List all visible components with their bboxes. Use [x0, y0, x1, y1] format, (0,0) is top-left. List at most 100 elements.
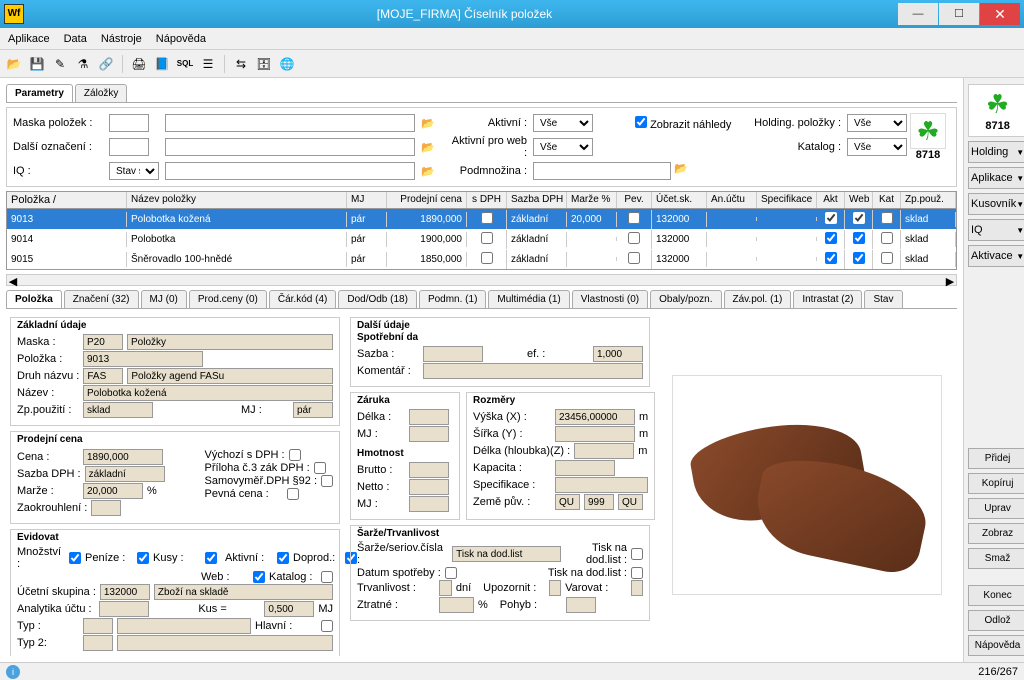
dtab-car[interactable]: Čár.kód (4) — [269, 290, 336, 308]
dtab-znaceni[interactable]: Značení (32) — [64, 290, 139, 308]
zaruka-title: Záruka — [357, 395, 453, 406]
tab-parametry[interactable]: Parametry — [6, 84, 73, 102]
dalsi-code-input[interactable] — [109, 138, 149, 156]
katalog-chk[interactable] — [321, 571, 333, 583]
folder-icon-3[interactable]: 📂 — [421, 165, 441, 178]
print-icon[interactable]: 🖨 — [129, 54, 149, 74]
btn-odloz[interactable]: Odlož — [968, 610, 1024, 631]
list-icon[interactable]: ☰ — [198, 54, 218, 74]
iq-select[interactable]: Stav skladu — [109, 162, 159, 180]
btn-kusovnik[interactable]: Kusovník▼ — [968, 193, 1024, 215]
globe-icon[interactable]: 🌐 — [277, 54, 297, 74]
col-nazev[interactable]: Název položky — [127, 192, 347, 208]
col-akt[interactable]: Akt — [817, 192, 845, 208]
btn-zobraz[interactable]: Zobraz — [968, 523, 1024, 544]
col-zp[interactable]: Zp.použ. — [901, 192, 956, 208]
btn-smaz[interactable]: Smaž — [968, 548, 1024, 569]
maska-text-input[interactable] — [165, 114, 415, 132]
prodej-title: Prodejní cena — [17, 434, 333, 445]
col-ucet[interactable]: Účet.sk. — [652, 192, 707, 208]
menu-aplikace[interactable]: Aplikace — [8, 33, 50, 45]
col-polozka[interactable]: Položka / — [7, 192, 127, 208]
zobrazit-checkbox[interactable] — [635, 116, 647, 128]
col-sazba[interactable]: Sazba DPH — [507, 192, 567, 208]
table-row[interactable]: 9014Polobotkapár1900,000základní132000sk… — [7, 229, 956, 249]
tisk1-chk[interactable] — [631, 548, 643, 560]
samo-chk[interactable] — [321, 475, 333, 487]
table-row[interactable]: 9015Šněrovadlo 100-hnědépár1850,000zákla… — [7, 249, 956, 269]
btn-kopiruj[interactable]: Kopíruj — [968, 473, 1024, 494]
dtab-obaly[interactable]: Obaly/pozn. — [650, 290, 721, 308]
maska-code-input[interactable] — [109, 114, 149, 132]
info-icon[interactable]: i — [6, 665, 20, 679]
btn-aktivace[interactable]: Aktivace▼ — [968, 245, 1024, 267]
dtab-prod[interactable]: Prod.ceny (0) — [189, 290, 267, 308]
btn-napoveda[interactable]: Nápověda — [968, 635, 1024, 656]
aktivni-web-select[interactable]: Vše — [533, 138, 593, 156]
filter-icon[interactable]: ⚗ — [73, 54, 93, 74]
dtab-multi[interactable]: Multimédia (1) — [488, 290, 569, 308]
dtab-podmn[interactable]: Podmn. (1) — [419, 290, 486, 308]
datum-chk[interactable] — [445, 567, 457, 579]
edit-icon[interactable]: ✎ — [50, 54, 70, 74]
dtab-intr[interactable]: Intrastat (2) — [793, 290, 862, 308]
vychozi-chk[interactable] — [289, 449, 301, 461]
pevna-chk[interactable] — [287, 488, 299, 500]
btn-iq[interactable]: IQ▼ — [968, 219, 1024, 241]
folder-icon[interactable]: 📂 — [421, 117, 441, 130]
col-web[interactable]: Web — [845, 192, 873, 208]
dtab-polozka[interactable]: Položka — [6, 290, 62, 308]
iq-input[interactable] — [165, 162, 415, 180]
col-marze[interactable]: Marže % — [567, 192, 617, 208]
book-icon[interactable]: 📘 — [152, 54, 172, 74]
web-chk[interactable] — [253, 571, 265, 583]
minimize-button[interactable]: — — [898, 3, 938, 25]
tisk2-chk[interactable] — [631, 567, 643, 579]
dtab-dod[interactable]: Dod/Odb (18) — [338, 290, 417, 308]
menu-napoveda[interactable]: Nápověda — [156, 33, 206, 45]
col-spec[interactable]: Specifikace — [757, 192, 817, 208]
dtab-vlast[interactable]: Vlastnosti (0) — [572, 290, 648, 308]
save-icon[interactable]: 💾 — [27, 54, 47, 74]
priloha-chk[interactable] — [314, 462, 326, 474]
col-pev[interactable]: Pev. — [617, 192, 652, 208]
link-icon[interactable]: 🔗 — [96, 54, 116, 74]
mnoz-chk[interactable] — [69, 552, 81, 564]
col-sdph[interactable]: s DPH — [467, 192, 507, 208]
kapacita-l: Kapacita : — [473, 462, 551, 474]
db-icon[interactable]: 🗄 — [254, 54, 274, 74]
katalog-select[interactable]: Vše — [847, 138, 907, 156]
open-icon[interactable]: 📂 — [4, 54, 24, 74]
col-an[interactable]: An.účtu — [707, 192, 757, 208]
toggle-icon[interactable]: ⇆ — [231, 54, 251, 74]
dalsi-text-input[interactable] — [165, 138, 415, 156]
menu-data[interactable]: Data — [64, 33, 87, 45]
btn-konec[interactable]: Konec — [968, 585, 1024, 606]
dtab-zav[interactable]: Záv.pol. (1) — [724, 290, 792, 308]
col-mj[interactable]: MJ — [347, 192, 387, 208]
hlavni-chk[interactable] — [321, 620, 333, 632]
tab-zalozky[interactable]: Záložky — [75, 84, 127, 102]
close-button[interactable]: ✕ — [980, 3, 1020, 25]
table-row[interactable]: 9013Polobotka koženápár1890,000základní2… — [7, 209, 956, 229]
dtab-mj[interactable]: MJ (0) — [141, 290, 187, 308]
penize-chk[interactable] — [137, 552, 149, 564]
folder-icon-4[interactable]: 📂 — [674, 162, 688, 180]
col-kat[interactable]: Kat — [873, 192, 901, 208]
grid-h-scrollbar[interactable]: ◀▶ — [6, 274, 957, 286]
col-prodej[interactable]: Prodejní cena — [387, 192, 467, 208]
maximize-button[interactable]: ☐ — [939, 3, 979, 25]
podmnozina-input[interactable] — [533, 162, 671, 180]
btn-holding[interactable]: Holding▼ — [968, 141, 1024, 163]
kusy-chk[interactable] — [205, 552, 217, 564]
aktivni-select[interactable]: Vše — [533, 114, 593, 132]
menu-nastroje[interactable]: Nástroje — [101, 33, 142, 45]
folder-icon-2[interactable]: 📂 — [421, 141, 441, 154]
btn-uprav[interactable]: Uprav — [968, 498, 1024, 519]
aktivni-chk[interactable] — [277, 552, 289, 564]
holding-select[interactable]: Vše — [847, 114, 907, 132]
dtab-stav[interactable]: Stav — [864, 290, 902, 308]
btn-pridej[interactable]: Přidej — [968, 448, 1024, 469]
btn-aplikace[interactable]: Aplikace▼ — [968, 167, 1024, 189]
sql-icon[interactable]: SQL — [175, 54, 195, 74]
